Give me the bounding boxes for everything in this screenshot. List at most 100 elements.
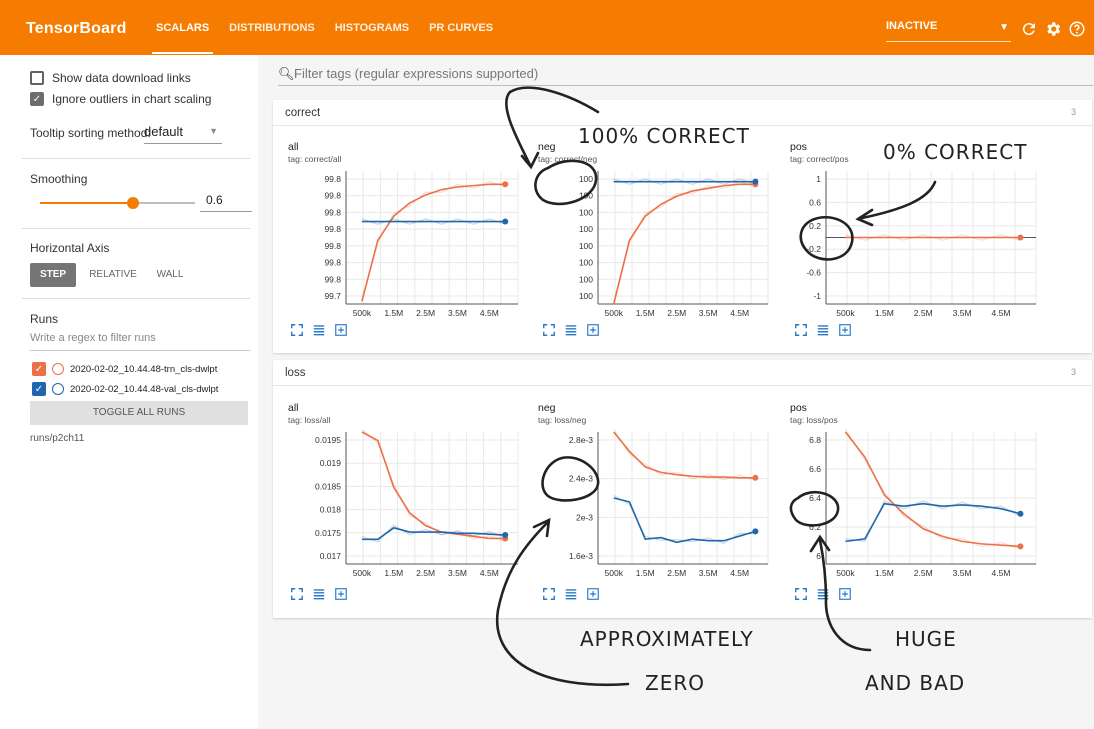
divider — [22, 228, 250, 229]
fullscreen-icon[interactable] — [542, 323, 556, 337]
group-header[interactable]: correct 3 — [273, 100, 1092, 126]
toggle-y-log-icon[interactable] — [564, 323, 578, 337]
show-download-links-label: Show data download links — [52, 71, 191, 85]
axis-relative-button[interactable]: RELATIVE — [84, 263, 142, 287]
run-checkbox[interactable]: ✓ — [32, 362, 46, 376]
refresh-icon[interactable] — [1020, 20, 1038, 38]
caret-down-icon: ▼ — [999, 22, 1009, 33]
chart-title: pos — [790, 141, 807, 153]
tooltip-sorting-label: Tooltip sorting method: — [30, 126, 151, 140]
chart-actions — [290, 587, 348, 601]
chart-title: pos — [790, 402, 807, 414]
tag-filter-input[interactable]: 🔍︎ Filter tags (regular expressions supp… — [278, 66, 1093, 86]
run-color-circle-icon — [52, 383, 64, 395]
annotation-label-3b: ZERO — [645, 671, 705, 695]
fit-domain-icon[interactable] — [838, 323, 852, 337]
chart-tag: tag: loss/all — [288, 415, 331, 425]
chart-tag: tag: correct/pos — [790, 154, 849, 164]
chart-tag: tag: correct/neg — [538, 154, 598, 164]
smoothing-label: Smoothing — [30, 172, 88, 186]
toggle-y-log-icon[interactable] — [564, 587, 578, 601]
run-color-circle-icon — [52, 363, 64, 375]
fullscreen-icon[interactable] — [290, 587, 304, 601]
checkbox[interactable] — [30, 71, 44, 85]
smoothing-slider[interactable] — [40, 197, 195, 209]
run-checkbox[interactable]: ✓ — [32, 382, 46, 396]
app-title: TensorBoard — [26, 20, 127, 37]
fullscreen-icon[interactable] — [290, 323, 304, 337]
horizontal-axis-label: Horizontal Axis — [30, 241, 110, 255]
toggle-y-log-icon[interactable] — [312, 587, 326, 601]
group-header[interactable]: loss 3 — [273, 360, 1092, 386]
fit-domain-icon[interactable] — [334, 323, 348, 337]
chart-actions — [290, 323, 348, 337]
chart-title: neg — [538, 402, 556, 414]
tooltip-sorting-select[interactable]: default ▼ — [144, 124, 222, 144]
tag-group-loss: loss 3 — [273, 360, 1092, 618]
ignore-outliers-toggle[interactable]: ✓ Ignore outliers in chart scaling — [30, 92, 211, 106]
nav-tabs: SCALARS DISTRIBUTIONS HISTOGRAMS PR CURV… — [146, 0, 503, 55]
checkbox-checked[interactable]: ✓ — [30, 92, 44, 106]
run-name: 2020-02-02_10.44.48-val_cls-dwlpt — [70, 383, 219, 395]
annotation-label-4a: HUGE — [895, 627, 957, 651]
tooltip-sorting-value: default — [144, 124, 184, 139]
fit-domain-icon[interactable] — [586, 323, 600, 337]
fullscreen-icon[interactable] — [542, 587, 556, 601]
fullscreen-icon[interactable] — [794, 323, 808, 337]
chart-card: pos tag: correct/pos — [790, 141, 1030, 164]
annotation-label-3a: APPROXIMATELY — [580, 627, 754, 651]
group-count: 3 — [1070, 107, 1076, 117]
annotation-label-4b: AND BAD — [865, 671, 965, 695]
chart-actions — [542, 587, 600, 601]
sidebar: Show data download links ✓ Ignore outlie… — [0, 55, 258, 729]
tag-filter-placeholder: Filter tags (regular expressions support… — [294, 66, 539, 81]
smoothing-value-input[interactable]: 0.6 — [200, 193, 252, 212]
toggle-y-log-icon[interactable] — [816, 587, 830, 601]
chart-title: all — [288, 402, 299, 414]
axis-step-button[interactable]: STEP — [30, 263, 76, 287]
runs-label: Runs — [30, 312, 59, 326]
tab-histograms[interactable]: HISTOGRAMS — [325, 0, 419, 55]
fit-domain-icon[interactable] — [586, 587, 600, 601]
chart-tag: tag: correct/all — [288, 154, 342, 164]
runs-path: runs/p2ch11 — [30, 433, 85, 444]
tab-scalars[interactable]: SCALARS — [146, 0, 219, 55]
group-title: correct — [285, 107, 321, 119]
smoothing-slider-fill — [40, 202, 133, 204]
chart-card: neg tag: correct/neg — [538, 141, 778, 164]
toggle-y-log-icon[interactable] — [312, 323, 326, 337]
tab-distributions[interactable]: DISTRIBUTIONS — [219, 0, 325, 55]
chart-tag: tag: loss/pos — [790, 415, 838, 425]
run-status-select[interactable]: INACTIVE ▼ — [886, 20, 1011, 42]
chart-title: all — [288, 141, 299, 153]
axis-wall-button[interactable]: WALL — [148, 263, 192, 287]
run-item[interactable]: ✓ 2020-02-02_10.44.48-val_cls-dwlpt — [32, 382, 218, 396]
chart-card: pos tag: loss/pos — [790, 402, 1030, 425]
caret-down-icon: ▼ — [209, 126, 218, 136]
run-name: 2020-02-02_10.44.48-trn_cls-dwlpt — [70, 363, 218, 375]
chart-actions — [542, 323, 600, 337]
ignore-outliers-label: Ignore outliers in chart scaling — [52, 92, 212, 106]
tab-pr-curves[interactable]: PR CURVES — [419, 0, 503, 55]
fit-domain-icon[interactable] — [334, 587, 348, 601]
fit-domain-icon[interactable] — [838, 587, 852, 601]
show-download-links-toggle[interactable]: Show data download links — [30, 71, 191, 85]
run-filter-input[interactable]: Write a regex to filter runs — [30, 332, 250, 351]
toggle-y-log-icon[interactable] — [816, 323, 830, 337]
gear-icon[interactable] — [1044, 20, 1062, 38]
chart-card: neg tag: loss/neg — [538, 402, 778, 425]
chart-card: all tag: correct/all — [288, 141, 528, 164]
chart-actions — [794, 323, 852, 337]
top-app-bar: TensorBoard SCALARS DISTRIBUTIONS HISTOG… — [0, 0, 1094, 55]
chart-title: neg — [538, 141, 556, 153]
run-status-value: INACTIVE — [886, 20, 938, 32]
fullscreen-icon[interactable] — [794, 587, 808, 601]
help-icon[interactable] — [1068, 20, 1086, 38]
toggle-all-runs-button[interactable]: TOGGLE ALL RUNS — [30, 401, 248, 425]
chart-tag: tag: loss/neg — [538, 415, 587, 425]
run-item[interactable]: ✓ 2020-02-02_10.44.48-trn_cls-dwlpt — [32, 362, 217, 376]
divider — [22, 158, 250, 159]
divider — [22, 298, 250, 299]
group-count: 3 — [1070, 367, 1076, 377]
smoothing-slider-thumb[interactable] — [127, 197, 139, 209]
